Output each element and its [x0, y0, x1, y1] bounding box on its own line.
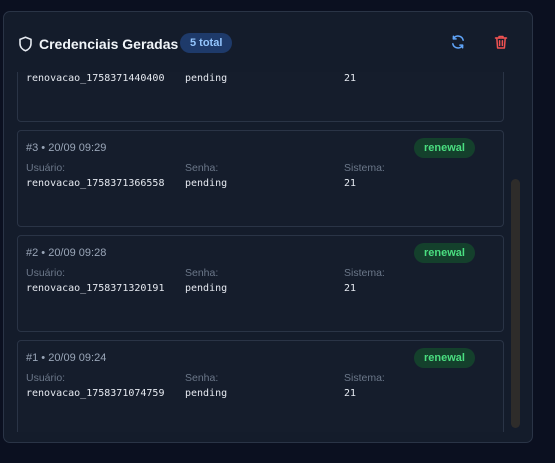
password-label: Senha: [185, 267, 219, 279]
system-field: Sistema: 21 [344, 372, 385, 400]
user-value: renovacao_1758371074759 [26, 388, 165, 399]
password-value: pending [185, 73, 228, 84]
credentials-panel: Credenciais Geradas 5 total renovacao_17… [3, 11, 533, 443]
credentials-list[interactable]: Usuário: renovacao_1758371440400 Senha: … [4, 72, 532, 432]
list-scrollbar[interactable] [511, 72, 520, 432]
system-label: Sistema: [344, 372, 385, 384]
system-field: Sistema: 21 [344, 72, 385, 85]
system-field: Sistema: 21 [344, 162, 385, 190]
credential-type-badge: renewal [414, 243, 475, 263]
password-value: pending [185, 283, 228, 294]
system-value: 21 [344, 388, 357, 399]
system-value: 21 [344, 283, 357, 294]
user-field: Usuário: renovacao_1758371320191 [26, 267, 164, 295]
user-value: renovacao_1758371366558 [26, 178, 165, 189]
password-field: Senha: pending [185, 72, 227, 85]
user-label: Usuário: [26, 267, 66, 279]
refresh-icon [450, 34, 466, 55]
user-field: Usuário: renovacao_1758371366558 [26, 162, 164, 190]
credential-card: Usuário: renovacao_1758371440400 Senha: … [17, 72, 504, 122]
credential-header: #2 • 20/09 09:28 [26, 247, 107, 259]
system-label: Sistema: [344, 267, 385, 279]
password-field: Senha: pending [185, 372, 227, 400]
user-value: renovacao_1758371320191 [26, 283, 165, 294]
password-value: pending [185, 388, 228, 399]
total-count-badge: 5 total [180, 33, 233, 53]
user-field: Usuário: renovacao_1758371440400 [26, 72, 164, 85]
panel-header: Credenciais Geradas 5 total [4, 12, 532, 72]
password-label: Senha: [185, 372, 219, 384]
user-label: Usuário: [26, 162, 66, 174]
user-label: Usuário: [26, 372, 66, 384]
system-label: Sistema: [344, 162, 385, 174]
credential-card: #1 • 20/09 09:24 renewal Usuário: renova… [17, 340, 504, 432]
password-field: Senha: pending [185, 162, 227, 190]
credential-type-badge: renewal [414, 138, 475, 158]
password-label: Senha: [185, 162, 219, 174]
user-value: renovacao_1758371440400 [26, 73, 165, 84]
password-value: pending [185, 178, 228, 189]
shield-icon [18, 36, 33, 52]
credential-header: #3 • 20/09 09:29 [26, 142, 107, 154]
trash-icon [493, 34, 509, 55]
refresh-button[interactable] [447, 33, 469, 55]
scrollbar-thumb[interactable] [511, 179, 520, 428]
panel-title: Credenciais Geradas [39, 36, 179, 52]
delete-all-button[interactable] [490, 33, 512, 55]
credential-type-badge: renewal [414, 348, 475, 368]
credential-header: #1 • 20/09 09:24 [26, 352, 107, 364]
password-field: Senha: pending [185, 267, 227, 295]
system-value: 21 [344, 73, 357, 84]
user-field: Usuário: renovacao_1758371074759 [26, 372, 164, 400]
system-field: Sistema: 21 [344, 267, 385, 295]
credential-card: #2 • 20/09 09:28 renewal Usuário: renova… [17, 235, 504, 332]
credential-card: #3 • 20/09 09:29 renewal Usuário: renova… [17, 130, 504, 227]
system-value: 21 [344, 178, 357, 189]
